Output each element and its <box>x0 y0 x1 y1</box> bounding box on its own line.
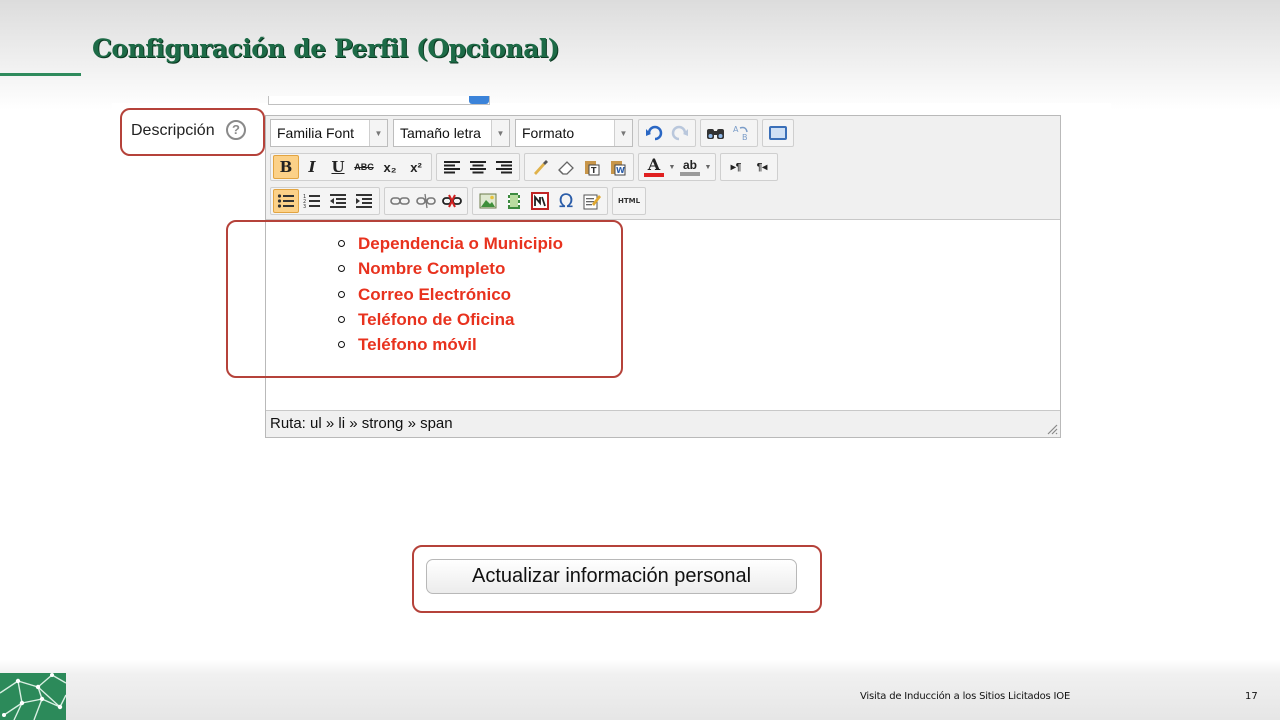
undo-icon[interactable] <box>641 121 667 145</box>
superscript-icon: x² <box>410 159 422 175</box>
find-icon[interactable] <box>703 121 729 145</box>
search-group: AB <box>700 119 758 147</box>
insert-group: Ω <box>472 187 608 215</box>
align-center-icon[interactable] <box>465 155 491 179</box>
numbered-list-icon[interactable]: 123 <box>299 189 325 213</box>
link-group <box>384 187 468 215</box>
page-number: 17 <box>1245 691 1258 702</box>
underline-button[interactable]: U <box>325 155 351 179</box>
anchor-icon[interactable] <box>439 189 465 213</box>
rtl-button[interactable]: ¶◂ <box>749 155 775 179</box>
element-path: Ruta: ul » li » strong » span <box>270 415 453 432</box>
strikethrough-icon: ABC <box>354 162 374 172</box>
chevron-down-icon: ▼ <box>491 120 509 146</box>
color-group: A ▼ ab ▼ <box>638 153 716 181</box>
align-left-icon[interactable] <box>439 155 465 179</box>
svg-text:T: T <box>591 166 597 175</box>
redo-icon[interactable] <box>667 121 693 145</box>
link-icon[interactable] <box>387 189 413 213</box>
list-group: 123 <box>270 187 380 215</box>
paste-text-icon[interactable]: T <box>579 155 605 179</box>
editor-toolbar: Familia Font ▼ Tamaño letra ▼ Formato ▼ <box>266 116 1060 220</box>
format-select[interactable]: Formato ▼ <box>515 119 633 147</box>
eraser-icon[interactable] <box>553 155 579 179</box>
toolbar-row-1: Familia Font ▼ Tamaño letra ▼ Formato ▼ <box>270 118 798 148</box>
nolink-icon[interactable] <box>527 189 553 213</box>
italic-icon: I <box>308 158 316 176</box>
bullet-list-icon[interactable] <box>273 189 299 213</box>
update-personal-info-button[interactable]: Actualizar información personal <box>426 559 797 594</box>
image-icon[interactable] <box>475 189 501 213</box>
ltr-button[interactable]: ▸¶ <box>723 155 749 179</box>
chevron-down-icon[interactable]: ▼ <box>667 155 677 179</box>
format-label: Formato <box>522 125 575 141</box>
bold-icon: B <box>279 158 293 176</box>
edit-icon[interactable] <box>579 189 605 213</box>
superscript-button[interactable]: x² <box>403 155 429 179</box>
text-color-icon: A <box>647 155 661 174</box>
media-icon[interactable] <box>501 189 527 213</box>
indent-icon[interactable] <box>351 189 377 213</box>
toolbar-row-3: 123 Ω HTML <box>270 186 650 216</box>
alignment-group <box>436 153 520 181</box>
font-family-select[interactable]: Familia Font ▼ <box>270 119 388 147</box>
ltr-icon: ▸¶ <box>730 161 742 173</box>
align-right-icon[interactable] <box>491 155 517 179</box>
history-group <box>638 119 696 147</box>
special-char-icon: Ω <box>558 190 574 212</box>
bold-button[interactable]: B <box>273 155 299 179</box>
clipboard-group: T W <box>524 153 634 181</box>
font-family-label: Familia Font <box>277 125 355 141</box>
chevron-down-icon[interactable]: ▼ <box>703 155 713 179</box>
replace-icon[interactable]: AB <box>729 121 755 145</box>
paste-word-icon[interactable]: W <box>605 155 631 179</box>
unlink-icon[interactable] <box>413 189 439 213</box>
svg-text:W: W <box>616 166 625 175</box>
italic-button[interactable]: I <box>299 155 325 179</box>
subscript-icon: x₂ <box>383 159 397 175</box>
title-underline <box>0 73 81 76</box>
cropped-select-arrow <box>469 96 489 104</box>
text-style-group: B I U ABC x₂ x² <box>270 153 432 181</box>
svg-text:B: B <box>742 133 748 142</box>
text-color-button[interactable]: A <box>641 155 667 179</box>
highlight-color-button[interactable]: ab <box>677 155 703 179</box>
font-size-select[interactable]: Tamaño letra ▼ <box>393 119 510 147</box>
description-highlight <box>120 108 265 156</box>
chevron-down-icon: ▼ <box>369 120 387 146</box>
outdent-icon[interactable] <box>325 189 351 213</box>
html-icon: HTML <box>617 197 641 205</box>
highlight-color-swatch <box>680 172 700 176</box>
fullscreen-icon[interactable] <box>765 121 791 145</box>
strikethrough-button[interactable]: ABC <box>351 155 377 179</box>
chevron-down-icon: ▼ <box>614 120 632 146</box>
underline-icon: U <box>331 158 345 176</box>
footer-caption: Visita de Inducción a los Sitios Licitad… <box>860 691 1071 702</box>
toolbar-row-2: B I U ABC x₂ x² T W A ▼ ab ▼ ▸¶ ¶◂ <box>270 152 782 182</box>
highlight-color-icon: ab <box>682 158 697 172</box>
font-size-label: Tamaño letra <box>400 125 481 141</box>
direction-group: ▸¶ ¶◂ <box>720 153 778 181</box>
svg-text:A: A <box>733 125 739 134</box>
special-char-button[interactable]: Ω <box>553 189 579 213</box>
cleanup-icon[interactable] <box>527 155 553 179</box>
source-group: HTML <box>612 187 646 215</box>
svg-text:3: 3 <box>303 204 306 209</box>
html-button[interactable]: HTML <box>615 189 643 213</box>
subscript-button[interactable]: x₂ <box>377 155 403 179</box>
text-color-swatch <box>644 173 664 177</box>
resize-grip-icon[interactable] <box>1046 423 1058 435</box>
editor-status-bar: Ruta: ul » li » strong » span <box>266 410 1060 437</box>
rtl-icon: ¶◂ <box>756 161 768 173</box>
content-highlight <box>226 220 623 378</box>
view-group <box>762 119 794 147</box>
cropped-field-above <box>268 96 490 105</box>
slide-title: Configuración de Perfil (Opcional) <box>92 34 560 63</box>
brand-logo <box>0 673 66 720</box>
